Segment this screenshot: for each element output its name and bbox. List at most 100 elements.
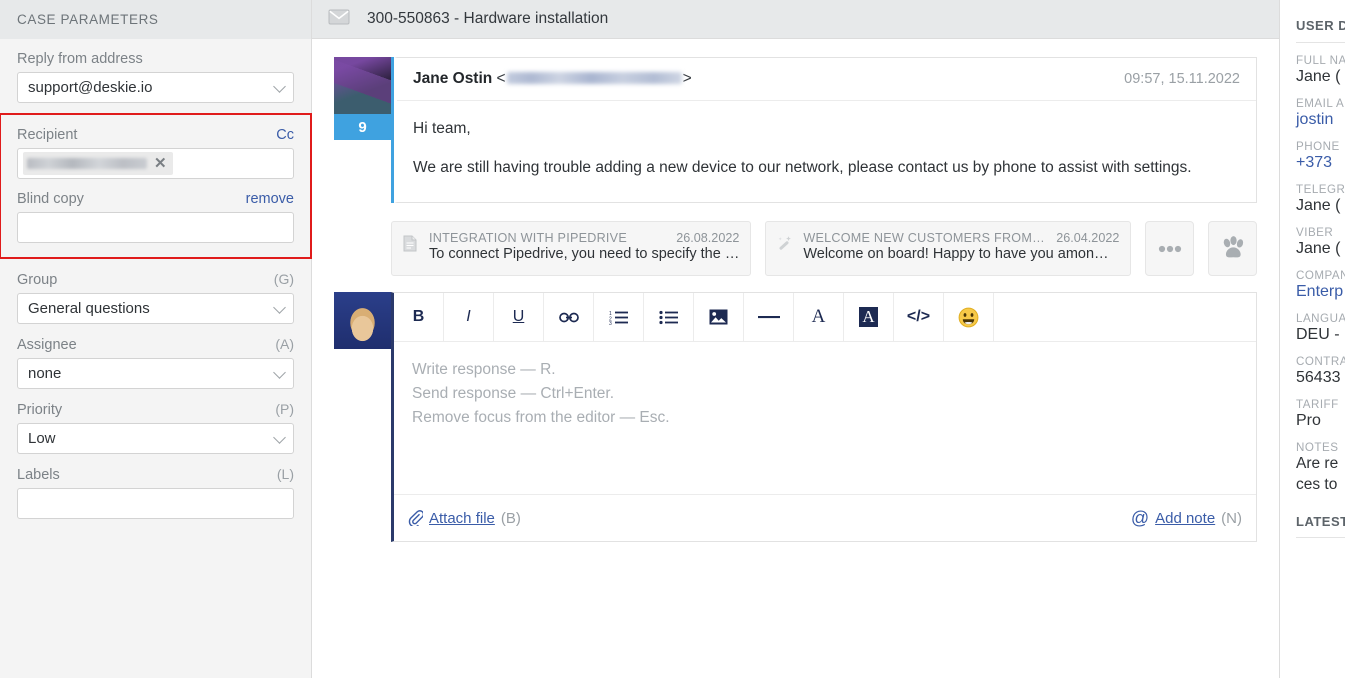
- paw-icon: [1223, 235, 1243, 257]
- agent-avatar-column: [334, 292, 391, 350]
- group-shortcut: (G): [273, 271, 294, 287]
- field-label: CONTRA: [1296, 355, 1345, 368]
- add-note-group: @ Add note (N): [1131, 509, 1242, 527]
- unordered-list-icon[interactable]: [644, 293, 694, 342]
- paperclip-icon: [408, 510, 423, 527]
- document-icon: [403, 231, 421, 257]
- notes-line: Are re: [1296, 455, 1339, 472]
- notes-line: ces to: [1296, 475, 1338, 493]
- message-email-redacted: [506, 72, 682, 84]
- assignee-value: none: [28, 365, 62, 382]
- field-label: FULL NA: [1296, 54, 1345, 67]
- italic-icon[interactable]: I: [444, 293, 494, 342]
- highlight-color-icon[interactable]: A: [844, 293, 894, 342]
- message-block: 9 Jane Ostin < > 09:57, 15.11.2022 Hi te…: [334, 57, 1257, 204]
- attach-file-group: Attach file (B): [408, 510, 521, 527]
- reply-from-field: Reply from address support@deskie.io: [17, 51, 294, 103]
- field-value[interactable]: Enterp: [1296, 283, 1345, 301]
- assignee-row: Assignee (A): [17, 336, 294, 353]
- suggestion-card[interactable]: WELCOME NEW CUSTOMERS FROM O… 26.04.2022…: [765, 221, 1132, 277]
- at-icon: @: [1130, 508, 1150, 529]
- field-value[interactable]: jostin: [1296, 111, 1345, 129]
- field-value[interactable]: +373: [1296, 154, 1345, 172]
- suggestion-card-row: INTEGRATION WITH PIPEDRIVE 26.08.2022 To…: [391, 221, 1257, 277]
- attach-file-link[interactable]: Attach file: [429, 510, 495, 527]
- user-field-email: EMAIL A jostin: [1296, 97, 1345, 129]
- recipient-field: Recipient Cc ✕: [17, 127, 294, 179]
- reply-textarea[interactable]: Write response — R. Send response — Ctrl…: [394, 342, 1256, 494]
- case-title: 300-550863 - Hardware installation: [367, 10, 609, 27]
- user-details-title: USER D: [1296, 18, 1345, 43]
- priority-row: Priority (P): [17, 401, 294, 418]
- toolbar-filler: [994, 293, 1256, 341]
- reply-from-select[interactable]: support@deskie.io: [17, 72, 294, 103]
- sidebar-title: CASE PARAMETERS: [17, 12, 159, 27]
- field-value: Jane (: [1296, 197, 1341, 214]
- field-value: Jane (: [1296, 240, 1341, 257]
- message-body: Hi team, We are still having trouble add…: [397, 101, 1256, 202]
- chevron-down-icon: [273, 300, 286, 314]
- suggestion-card-top: WELCOME NEW CUSTOMERS FROM O… 26.04.2022: [803, 231, 1119, 245]
- more-options-button[interactable]: [1145, 221, 1195, 277]
- suggestion-card[interactable]: INTEGRATION WITH PIPEDRIVE 26.08.2022 To…: [391, 221, 752, 277]
- user-field-company: COMPAN Enterp: [1296, 269, 1345, 301]
- message-header: Jane Ostin < > 09:57, 15.11.2022: [397, 58, 1256, 101]
- svg-text:3: 3: [609, 321, 612, 325]
- suggestion-card-snippet: To connect Pipedrive, you need to specif…: [429, 246, 740, 263]
- blind-copy-remove-link[interactable]: remove: [246, 191, 294, 207]
- editor-toolbar: B I U 123 A A </>: [394, 293, 1256, 343]
- blind-copy-field: Blind copy remove: [17, 191, 294, 243]
- cc-link[interactable]: Cc: [276, 127, 294, 143]
- text-color-icon[interactable]: A: [794, 293, 844, 342]
- recipient-input[interactable]: ✕: [17, 148, 294, 179]
- assignee-shortcut: (A): [275, 336, 294, 352]
- field-label: EMAIL A: [1296, 97, 1345, 110]
- field-value: DEU -: [1296, 326, 1340, 343]
- priority-label: Priority: [17, 402, 63, 418]
- message-timestamp: 09:57, 15.11.2022: [1124, 71, 1240, 87]
- magic-wand-icon: [777, 231, 795, 257]
- reply-from-label: Reply from address: [17, 51, 143, 67]
- chevron-down-icon: [273, 430, 286, 444]
- envelope-icon: [328, 9, 350, 30]
- field-value: Jane (: [1296, 68, 1341, 85]
- paw-button[interactable]: [1208, 221, 1257, 277]
- assignee-select[interactable]: none: [17, 358, 294, 389]
- suggestion-card-title: WELCOME NEW CUSTOMERS FROM O…: [803, 231, 1047, 246]
- priority-value: Low: [28, 430, 56, 447]
- labels-row: Labels (L): [17, 466, 294, 483]
- angle-close: >: [682, 70, 692, 87]
- attach-file-shortcut: (B): [500, 509, 521, 527]
- ordered-list-icon[interactable]: 123: [594, 293, 644, 342]
- group-select[interactable]: General questions: [17, 293, 294, 324]
- labels-label: Labels: [17, 467, 60, 483]
- suggestion-card-date: 26.04.2022: [1056, 231, 1120, 246]
- field-label: VIBER: [1296, 226, 1334, 239]
- priority-select[interactable]: Low: [17, 423, 294, 454]
- group-field: Group (G) General questions: [17, 271, 294, 324]
- underline-icon[interactable]: U: [494, 293, 544, 342]
- code-icon[interactable]: </>: [894, 293, 944, 342]
- close-icon[interactable]: ✕: [154, 156, 167, 171]
- bold-icon[interactable]: B: [394, 293, 444, 342]
- link-icon[interactable]: [544, 293, 594, 342]
- conversation-body: 9 Jane Ostin < > 09:57, 15.11.2022 Hi te…: [312, 39, 1279, 678]
- message-count-badge: 9: [334, 114, 391, 140]
- chevron-down-icon: [273, 79, 286, 93]
- add-note-link[interactable]: Add note: [1155, 510, 1215, 527]
- emoji-icon[interactable]: [944, 293, 994, 342]
- assignee-field: Assignee (A) none: [17, 336, 294, 389]
- recipient-chip[interactable]: ✕: [23, 152, 173, 175]
- group-value: General questions: [28, 300, 150, 317]
- suggestion-card-main: WELCOME NEW CUSTOMERS FROM O… 26.04.2022…: [803, 231, 1119, 263]
- group-label: Group: [17, 272, 58, 288]
- blind-copy-input[interactable]: [17, 212, 294, 243]
- avatar: [334, 57, 391, 114]
- image-icon[interactable]: [694, 293, 744, 342]
- horizontal-rule-icon[interactable]: [744, 293, 794, 342]
- reply-from-row: Reply from address: [17, 51, 294, 67]
- reply-placeholder-line: Send response — Ctrl+Enter.: [412, 385, 615, 403]
- labels-input[interactable]: [17, 488, 294, 519]
- sidebar-body: Reply from address support@deskie.io: [0, 39, 311, 103]
- message-paragraph: Hi team,: [413, 120, 471, 137]
